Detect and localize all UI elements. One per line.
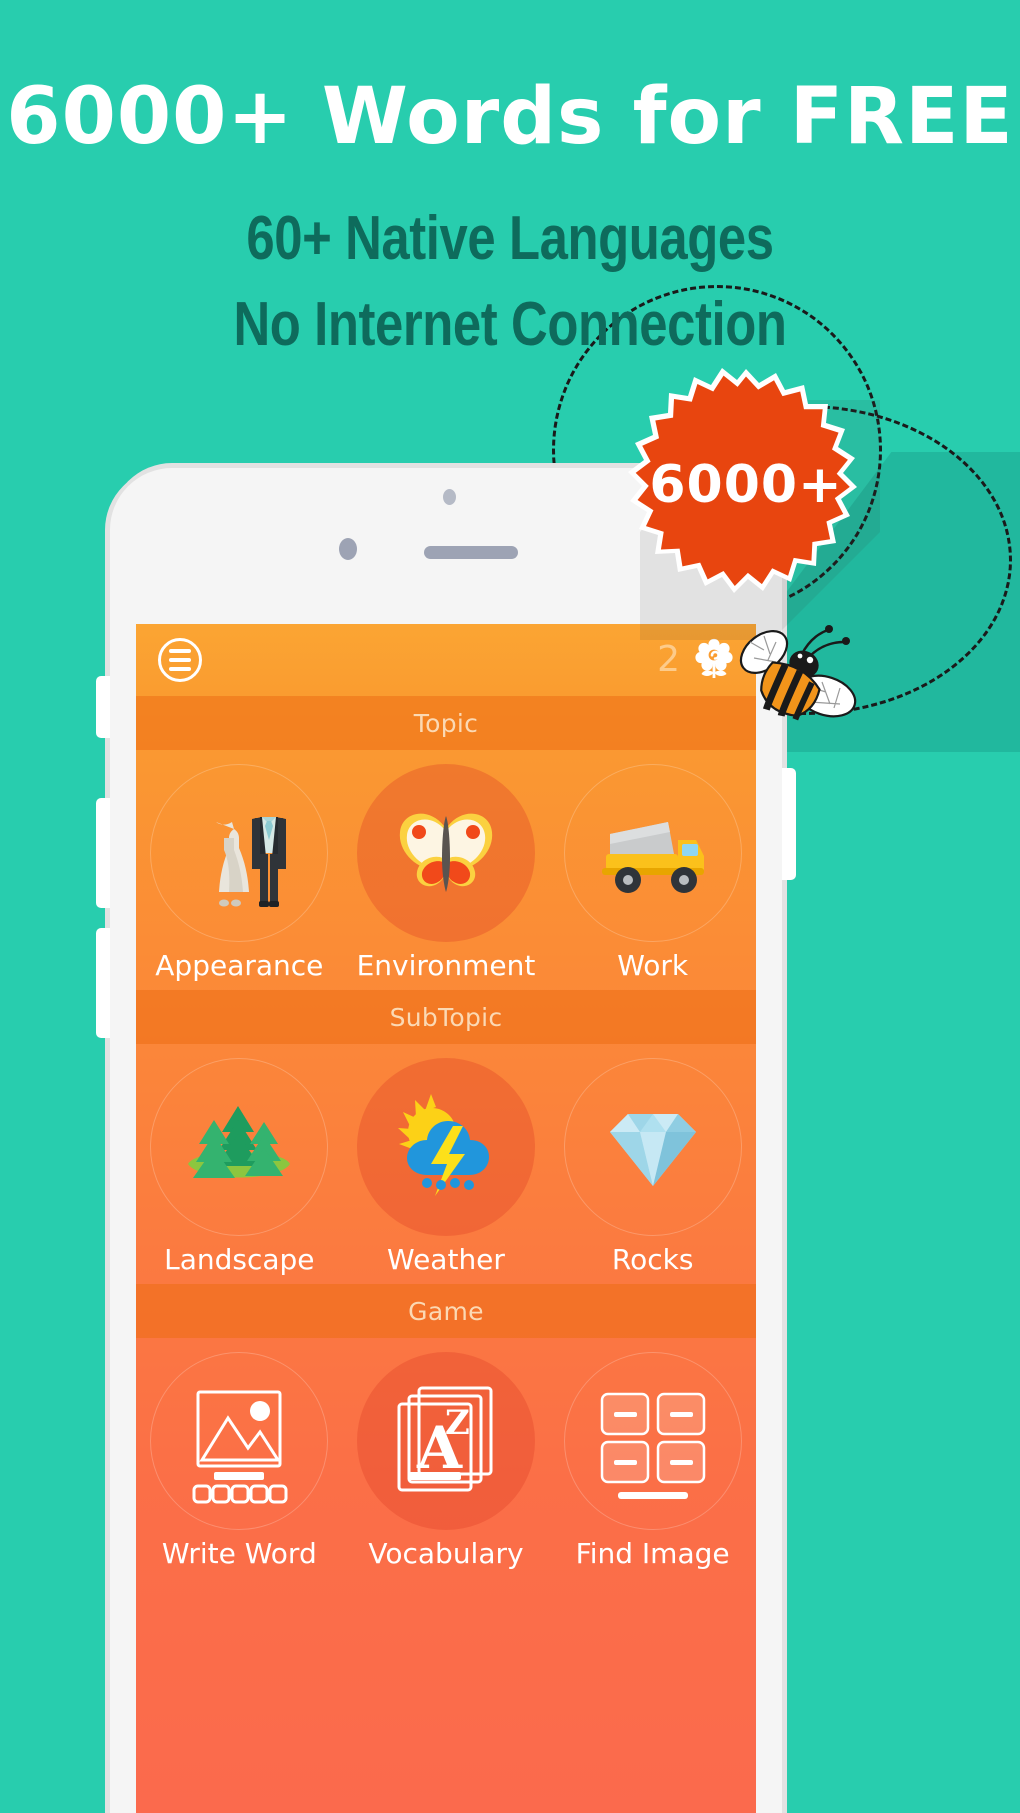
headline-line-3: No Internet Connection xyxy=(233,290,787,359)
thumb-circle xyxy=(150,764,329,942)
thumb-circle-selected xyxy=(356,1058,535,1236)
grid-item-label: Vocabulary xyxy=(368,1537,524,1570)
grid-item-vocabulary[interactable]: A Z Vocabulary xyxy=(343,1338,550,1578)
grid-item-write-word[interactable]: Write Word xyxy=(136,1338,343,1578)
grid-item-label: Environment xyxy=(356,949,536,982)
phone-front-camera xyxy=(339,538,357,560)
headline-block: 6000+ Words for FREE 60+ Native Language… xyxy=(0,0,1020,370)
grid-item-label: Appearance xyxy=(155,949,324,982)
thumb-circle-selected: A Z xyxy=(356,1352,535,1530)
section-header-topic: Topic xyxy=(136,696,756,750)
phone-earpiece-speaker xyxy=(424,546,518,559)
grid-item-label: Write Word xyxy=(161,1537,317,1570)
phone-power-button[interactable] xyxy=(782,768,796,880)
thumb-circle xyxy=(150,1352,329,1530)
phone-mockup: 2 Topic Appearance Environment Work SubT… xyxy=(96,468,796,1813)
phone-silent-switch[interactable] xyxy=(96,676,110,738)
bee-icon xyxy=(730,612,870,742)
subtopic-row: Landscape Weather Rocks xyxy=(136,1044,756,1284)
grid-item-landscape[interactable]: Landscape xyxy=(136,1044,343,1284)
section-title: Topic xyxy=(413,708,479,738)
headline-line-2: 60+ Native Languages xyxy=(246,204,774,273)
grid-item-label: Rocks xyxy=(611,1243,694,1276)
phone-volume-down-button[interactable] xyxy=(96,928,110,1038)
grid-item-label: Landscape xyxy=(164,1243,315,1276)
section-title: Game xyxy=(408,1296,484,1326)
grid-item-find-image[interactable]: Find Image xyxy=(549,1338,756,1578)
thumb-circle xyxy=(563,764,742,942)
section-header-subtopic: SubTopic xyxy=(136,990,756,1044)
phone-sensor xyxy=(443,489,456,505)
topic-row: Appearance Environment Work xyxy=(136,750,756,990)
badge-6000-plus: 6000+ xyxy=(628,367,864,603)
headline-line-1: 6000+ Words for FREE xyxy=(6,72,1014,162)
grid-item-label: Work xyxy=(617,949,689,982)
grid-item-environment[interactable]: Environment xyxy=(343,750,550,990)
grid-item-label: Find Image xyxy=(575,1537,730,1570)
phone-volume-up-button[interactable] xyxy=(96,798,110,908)
butterfly-icon xyxy=(381,788,511,918)
grid-item-weather[interactable]: Weather xyxy=(343,1044,550,1284)
diamond-gem-icon xyxy=(588,1082,718,1212)
grid-item-appearance[interactable]: Appearance xyxy=(136,750,343,990)
svg-text:Z: Z xyxy=(445,1403,470,1443)
section-header-game: Game xyxy=(136,1284,756,1338)
badge-label: 6000+ xyxy=(649,455,843,515)
pine-trees-icon xyxy=(174,1082,304,1212)
grid-item-label: Weather xyxy=(387,1243,505,1276)
thumb-circle xyxy=(563,1352,742,1530)
dress-and-suit-icon xyxy=(174,788,304,918)
section-title: SubTopic xyxy=(389,1002,503,1032)
hamburger-menu-icon[interactable] xyxy=(158,638,202,682)
tile-grid-icon xyxy=(588,1376,718,1506)
app-screen: 2 Topic Appearance Environment Work SubT… xyxy=(136,624,756,1813)
dump-truck-icon xyxy=(588,788,718,918)
az-flashcards-icon: A Z xyxy=(381,1376,511,1506)
picture-frame-icon xyxy=(174,1376,304,1506)
thumb-circle-selected xyxy=(356,764,535,942)
flower-icon[interactable] xyxy=(694,638,734,682)
game-row: Write Word A Z Vocabulary Find Image xyxy=(136,1338,756,1578)
app-header-right-group: 2 xyxy=(657,638,734,682)
grid-item-rocks[interactable]: Rocks xyxy=(549,1044,756,1284)
grid-item-work[interactable]: Work xyxy=(549,750,756,990)
thumb-circle xyxy=(150,1058,329,1236)
flower-count-label: 2 xyxy=(657,639,680,680)
thumb-circle xyxy=(563,1058,742,1236)
sun-cloud-storm-icon xyxy=(381,1082,511,1212)
